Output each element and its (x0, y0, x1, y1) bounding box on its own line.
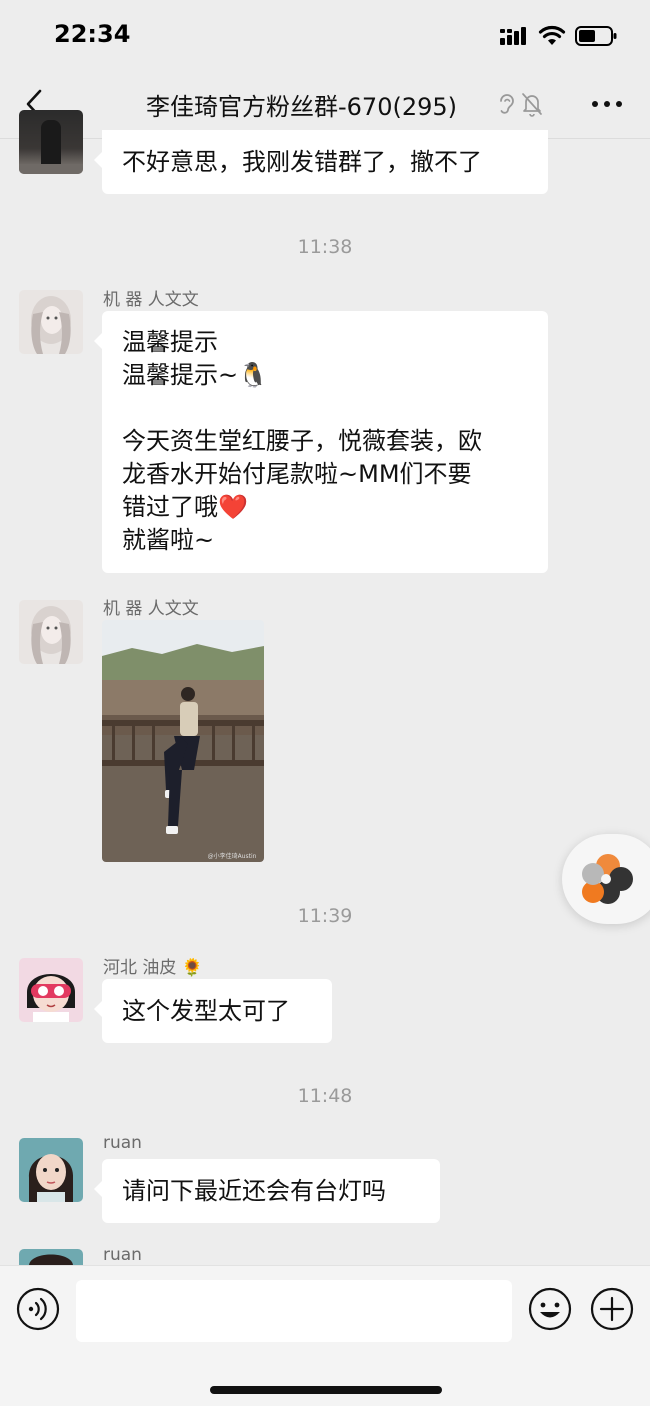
avatar[interactable] (19, 1138, 83, 1202)
ellipsis-icon[interactable] (590, 98, 624, 110)
avatar[interactable] (19, 290, 83, 354)
photo-image: @小李佳琦Austin (102, 620, 264, 862)
avatar-image (27, 974, 75, 1022)
avatar[interactable] (19, 1249, 83, 1265)
avatar-image (31, 606, 71, 664)
home-indicator[interactable] (210, 1386, 442, 1394)
message-line: 温馨提示 (122, 328, 218, 356)
message-line: 错过了哦❤️ (122, 493, 248, 521)
avatar[interactable] (19, 600, 83, 664)
smiley-icon[interactable] (528, 1287, 572, 1331)
status-time: 22:34 (54, 20, 131, 48)
message-line: 就酱啦~ (122, 526, 215, 554)
wifi-icon (538, 25, 566, 45)
sender-name: 河北 油皮 🌻 (103, 958, 203, 978)
status-bar: 22:34 (0, 0, 650, 70)
sender-name: ruan (103, 1133, 142, 1153)
avatar[interactable] (19, 110, 83, 174)
photo-message[interactable]: @小李佳琦Austin (102, 620, 264, 862)
photo-watermark: @小李佳琦Austin (208, 852, 257, 860)
voice-icon[interactable] (16, 1287, 60, 1331)
cellular-signal-icon (500, 27, 526, 45)
floating-assistant-button[interactable] (562, 834, 650, 924)
avatar-image (19, 120, 83, 174)
sender-name: ruan (103, 1245, 142, 1265)
avatar-image (28, 1154, 74, 1202)
timestamp: 11:38 (297, 236, 353, 258)
avatar-image (31, 296, 71, 354)
timestamp: 11:48 (297, 1085, 353, 1107)
flower-logo-icon (582, 854, 633, 904)
bell-slash-icon (522, 93, 542, 117)
message-text: 这个发型太可了 (122, 997, 290, 1025)
plus-icon[interactable] (590, 1287, 634, 1331)
message-bubble[interactable]: 温馨提示 温馨提示~🐧 今天资生堂红腰子，悦薇套装，欧 龙香水开始付尾款啦~MM… (94, 311, 548, 573)
sender-name: 机 器 人文文 (103, 599, 199, 619)
sender-name: 机 器 人文文 (103, 290, 199, 310)
avatar[interactable] (19, 958, 83, 1022)
message-bubble[interactable]: 不好意思，我刚发错群了，撤不了 (94, 130, 548, 194)
message-bubble[interactable]: 请问下最近还会有台灯吗 (94, 1159, 440, 1223)
timestamp: 11:39 (297, 905, 353, 927)
message-line (122, 392, 528, 425)
avatar-image (29, 1254, 73, 1265)
message-line: 龙香水开始付尾款啦~MM们不要 (122, 460, 472, 488)
message-text: 不好意思，我刚发错群了，撤不了 (122, 148, 482, 176)
message-text: 请问下最近还会有台灯吗 (122, 1177, 386, 1205)
message-bubble[interactable]: 这个发型太可了 (94, 979, 332, 1043)
ear-icon (500, 94, 514, 114)
message-input[interactable] (76, 1280, 512, 1342)
battery-icon (575, 26, 617, 46)
chat-header: 李佳琦官方粉丝群-670(295) (0, 70, 650, 139)
input-bar (0, 1265, 650, 1406)
message-line: 今天资生堂红腰子，悦薇套装，欧 (122, 427, 482, 455)
message-line: 温馨提示~🐧 (122, 361, 268, 389)
chat-title: 李佳琦官方粉丝群-670(295) (146, 93, 458, 121)
